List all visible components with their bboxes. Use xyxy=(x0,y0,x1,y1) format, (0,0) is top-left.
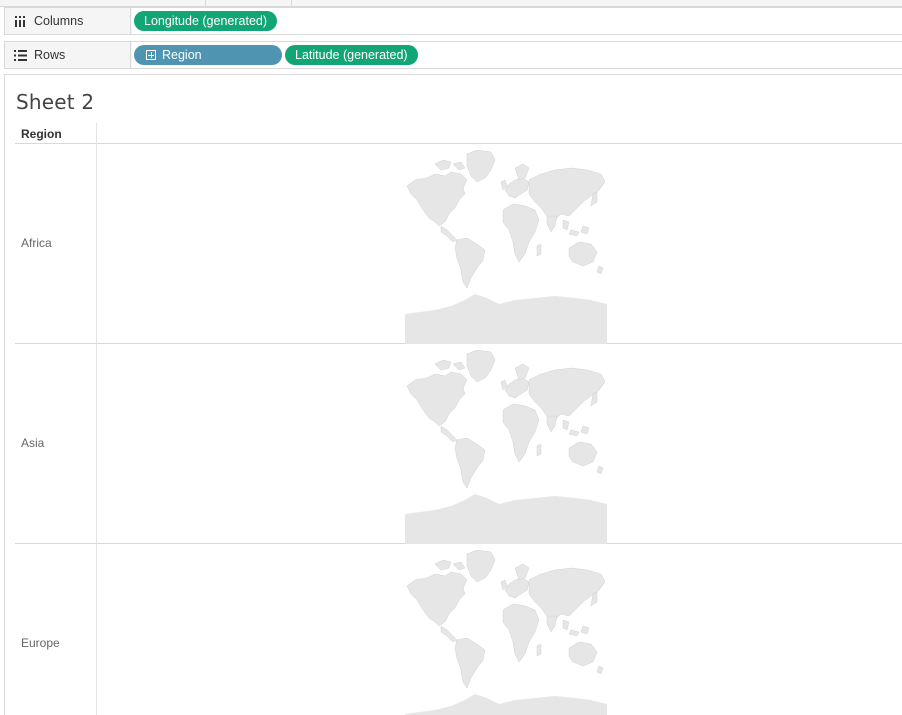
strip-divider xyxy=(291,0,292,7)
world-map-icon xyxy=(404,549,608,715)
world-map[interactable] xyxy=(404,149,608,345)
rows-shelf: Rows Region Latitude (generated) xyxy=(4,41,902,69)
top-shelf-strip xyxy=(0,0,902,7)
region-row-africa: Africa xyxy=(15,144,902,345)
region-column-header[interactable]: Region xyxy=(21,127,62,141)
row-divider xyxy=(96,544,97,715)
strip-divider xyxy=(205,0,206,7)
columns-shelf-label: Columns xyxy=(5,8,131,34)
world-map[interactable] xyxy=(404,549,608,715)
sheet-title: Sheet 2 xyxy=(16,90,95,114)
rows-drop-area[interactable]: Region Latitude (generated) xyxy=(132,42,902,68)
world-map-icon xyxy=(404,349,608,545)
rows-icon xyxy=(13,49,27,61)
latitude-pill[interactable]: Latitude (generated) xyxy=(285,45,418,65)
columns-shelf: Columns Longitude (generated) xyxy=(4,7,902,35)
columns-icon xyxy=(13,15,27,27)
row-label-asia[interactable]: Asia xyxy=(21,436,44,450)
region-pill[interactable]: Region xyxy=(134,45,282,65)
rows-label-text: Rows xyxy=(34,48,66,62)
region-row-asia: Asia xyxy=(15,344,902,545)
columns-label-text: Columns xyxy=(34,14,84,28)
latitude-pill-label: Latitude (generated) xyxy=(295,48,408,62)
row-header-bar: Region xyxy=(15,123,902,144)
worksheet-view: Sheet 2 Region Africa Asia Europe xyxy=(4,74,902,715)
longitude-pill-label: Longitude (generated) xyxy=(144,14,268,28)
row-label-africa[interactable]: Africa xyxy=(21,236,52,250)
world-map[interactable] xyxy=(404,349,608,545)
row-divider xyxy=(96,344,97,543)
row-divider xyxy=(96,144,97,343)
region-row-europe: Europe xyxy=(15,544,902,715)
region-pill-label: Region xyxy=(162,48,202,62)
header-divider xyxy=(96,123,97,144)
longitude-pill[interactable]: Longitude (generated) xyxy=(134,11,278,31)
columns-drop-area[interactable]: Longitude (generated) xyxy=(132,8,902,34)
rows-shelf-label: Rows xyxy=(5,42,131,68)
world-map-icon xyxy=(404,149,608,345)
row-label-europe[interactable]: Europe xyxy=(21,636,60,650)
expand-plus-icon[interactable] xyxy=(146,50,156,60)
